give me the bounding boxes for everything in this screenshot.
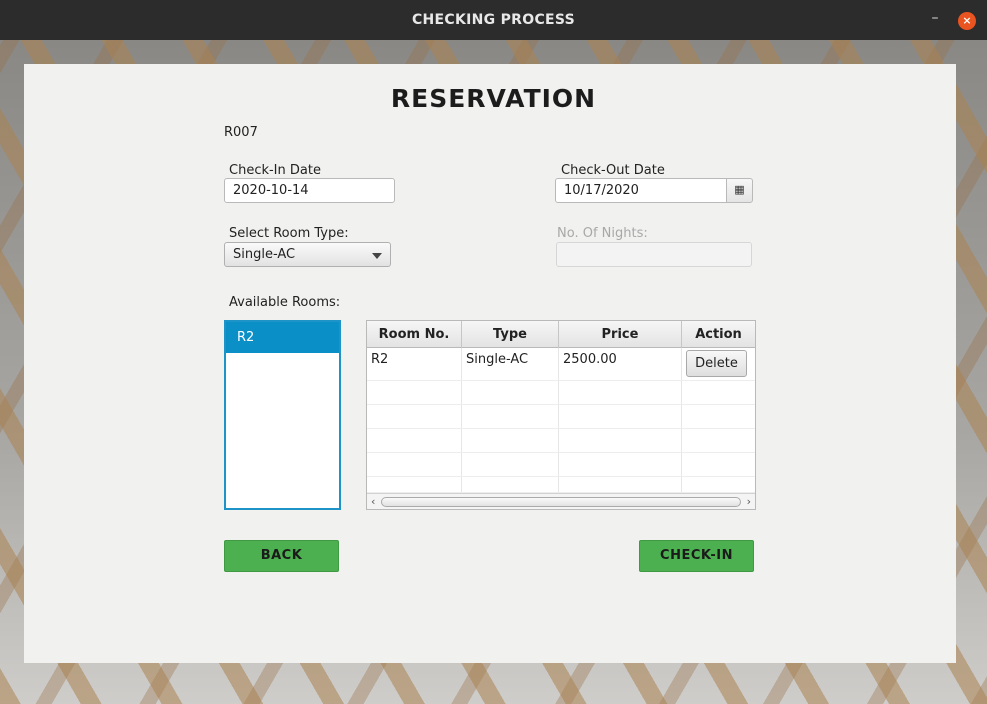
cell-room-no: R2: [367, 348, 462, 380]
column-header-type[interactable]: Type: [462, 321, 559, 348]
table-row-empty: [367, 453, 755, 477]
title-bar: CHECKING PROCESS – ×: [0, 0, 987, 40]
nights-field[interactable]: [556, 242, 752, 267]
table-row-empty: [367, 381, 755, 405]
reservation-id: R007: [224, 125, 258, 140]
empty-cell: [559, 405, 682, 428]
window-title: CHECKING PROCESS: [411, 12, 576, 28]
column-header-price[interactable]: Price: [559, 321, 682, 348]
available-rooms-list[interactable]: R2: [224, 320, 341, 510]
chevron-down-icon: [372, 253, 382, 259]
minimize-icon[interactable]: –: [927, 10, 943, 28]
cell-type: Single-AC: [462, 348, 559, 380]
chevron-left-icon[interactable]: ‹: [371, 495, 375, 508]
column-header-room-no[interactable]: Room No.: [367, 321, 462, 348]
table-row-empty: [367, 477, 755, 493]
available-rooms-label: Available Rooms:: [229, 295, 341, 310]
list-item[interactable]: R2: [226, 322, 339, 353]
delete-button[interactable]: Delete: [686, 350, 747, 377]
checkin-date-field[interactable]: 2020-10-14: [224, 178, 395, 203]
table-row-empty: [367, 429, 755, 453]
page-title: RESERVATION: [390, 84, 597, 113]
empty-cell: [462, 477, 559, 492]
room-type-value: Single-AC: [233, 247, 296, 262]
table-header: Room No. Type Price Action: [367, 321, 755, 348]
checkout-date-label: Check-Out Date: [561, 163, 665, 178]
empty-cell: [462, 453, 559, 476]
empty-cell: [367, 477, 462, 492]
empty-cell: [462, 381, 559, 404]
nights-label: No. Of Nights:: [557, 226, 648, 241]
cell-price: 2500.00: [559, 348, 682, 380]
room-type-select[interactable]: Single-AC: [224, 242, 391, 267]
empty-cell: [559, 381, 682, 404]
empty-cell: [462, 429, 559, 452]
check-in-button[interactable]: CHECK-IN: [639, 540, 754, 572]
horizontal-scrollbar[interactable]: ‹ ›: [367, 493, 755, 509]
empty-cell: [559, 477, 682, 492]
empty-cell: [367, 429, 462, 452]
empty-cell: [559, 429, 682, 452]
empty-cell: [367, 381, 462, 404]
column-header-action[interactable]: Action: [682, 321, 755, 348]
empty-cell: [462, 405, 559, 428]
scrollbar-thumb[interactable]: [381, 497, 741, 507]
empty-cell: [367, 405, 462, 428]
rooms-table: Room No. Type Price Action R2 Single-AC …: [366, 320, 756, 510]
chevron-right-icon[interactable]: ›: [747, 495, 751, 508]
checkout-date-field[interactable]: 10/17/2020: [555, 178, 727, 203]
checkin-date-label: Check-In Date: [229, 163, 321, 178]
back-button[interactable]: BACK: [224, 540, 339, 572]
table-row-empty: [367, 405, 755, 429]
room-type-label: Select Room Type:: [229, 226, 349, 241]
close-icon[interactable]: ×: [958, 12, 976, 30]
empty-cell: [367, 453, 462, 476]
calendar-icon[interactable]: ▦: [726, 178, 753, 203]
empty-cell: [559, 453, 682, 476]
